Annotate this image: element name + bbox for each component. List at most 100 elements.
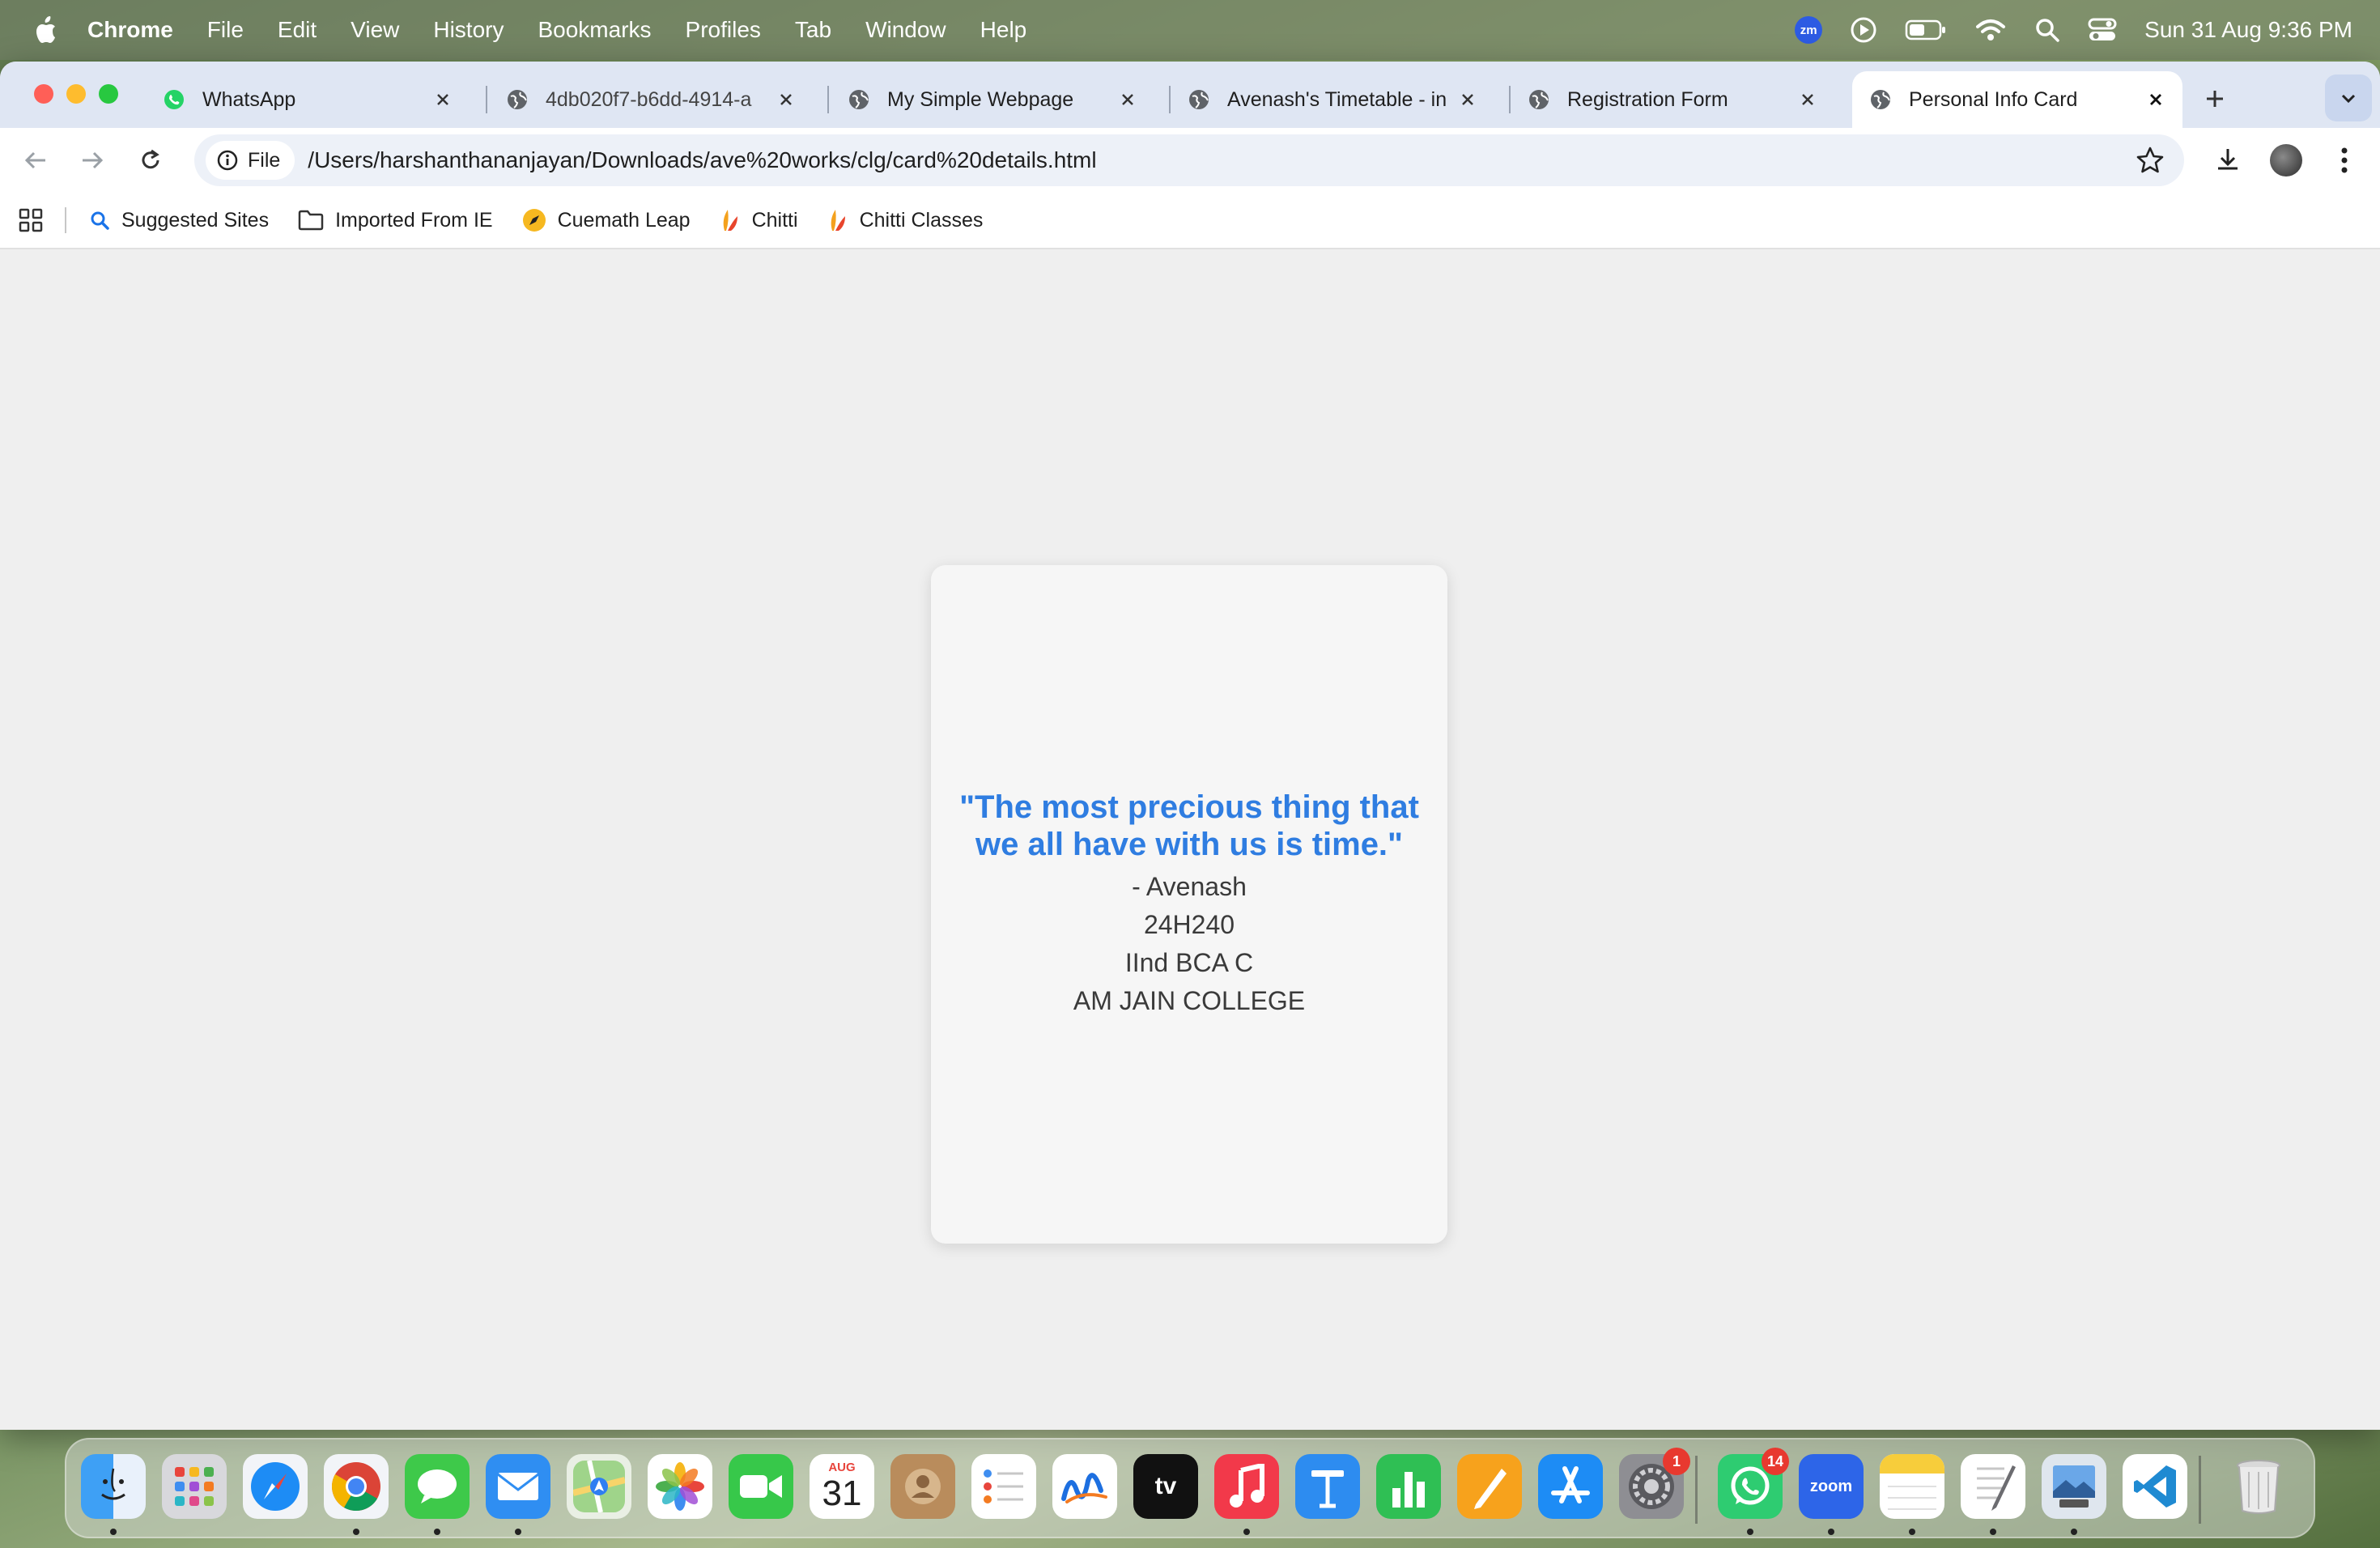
personal-info-card: "The most precious thing that we all hav… [931, 565, 1447, 1244]
avatar [2270, 144, 2302, 176]
running-indicator [1990, 1529, 1996, 1535]
reminders-icon[interactable] [971, 1454, 1036, 1519]
chrome-menu-button[interactable] [2325, 141, 2364, 180]
browser-window: WhatsApp 4db020f7-b6dd-4914-a My Simple … [0, 62, 2380, 1430]
vscode-icon[interactable] [2123, 1454, 2187, 1519]
wifi-icon[interactable] [1974, 18, 2007, 42]
tab-my-simple-webpage[interactable]: My Simple Webpage [831, 71, 1154, 128]
bookmark-chitti-classes[interactable]: Chitti Classes [827, 208, 983, 232]
url-text[interactable]: /Users/harshanthananjayan/Downloads/ave%… [308, 147, 1096, 173]
close-tab-icon[interactable] [1456, 87, 1480, 112]
messages-icon[interactable] [405, 1454, 470, 1519]
menu-view[interactable]: View [351, 17, 399, 43]
close-tab-icon[interactable] [774, 87, 798, 112]
arrow-right-icon [83, 151, 104, 169]
menu-clock[interactable]: Sun 31 Aug 9:36 PM [2144, 17, 2352, 43]
tab-title: Personal Info Card [1909, 87, 2078, 111]
menu-window[interactable]: Window [865, 17, 946, 43]
control-center-icon[interactable] [2088, 17, 2117, 43]
tab-personal-info-card[interactable]: Personal Info Card [1852, 71, 2182, 128]
calendar-day: 31 [822, 1474, 862, 1513]
address-bar[interactable]: File /Users/harshanthananjayan/Downloads… [194, 134, 2184, 186]
close-window-button[interactable] [34, 84, 53, 104]
contacts-icon[interactable] [890, 1454, 955, 1519]
menu-profiles[interactable]: Profiles [686, 17, 761, 43]
downloads-button[interactable] [2208, 141, 2247, 180]
running-indicator [1828, 1529, 1834, 1535]
card-quote: "The most precious thing that we all hav… [959, 789, 1419, 862]
search-icon[interactable] [2034, 17, 2060, 43]
close-tab-icon[interactable] [2144, 87, 2168, 112]
tab-timetable[interactable]: Avenash's Timetable - in [1171, 71, 1494, 128]
whatsapp-icon[interactable]: 14 [1718, 1448, 1789, 1519]
zoom-icon[interactable]: zoom [1799, 1454, 1864, 1519]
menu-history[interactable]: History [433, 17, 504, 43]
apple-icon[interactable] [31, 14, 60, 46]
freeform-icon[interactable] [1052, 1454, 1117, 1519]
bookmark-star-icon[interactable] [2136, 146, 2165, 175]
music-icon[interactable] [1214, 1454, 1279, 1519]
chitti-icon [723, 210, 737, 231]
menu-bookmarks[interactable]: Bookmarks [538, 17, 651, 43]
system-settings-icon[interactable]: 1 [1619, 1448, 1690, 1519]
dock-divider [2199, 1456, 2201, 1524]
bookmark-imported-from-ie[interactable]: Imported From IE [298, 209, 493, 232]
bookmark-suggested-sites[interactable]: Suggested Sites [89, 209, 269, 232]
rocket-icon [522, 209, 546, 232]
maps-icon[interactable] [567, 1454, 631, 1519]
close-tab-icon[interactable] [431, 87, 455, 112]
new-tab-button[interactable] [2199, 83, 2231, 115]
profile-button[interactable] [2267, 141, 2306, 180]
preview-icon[interactable] [2042, 1454, 2106, 1519]
battery-icon[interactable] [1905, 19, 1947, 41]
tab-whatsapp[interactable]: WhatsApp [146, 71, 470, 128]
zoom-status-icon[interactable]: zm [1795, 16, 1823, 44]
menu-help[interactable]: Help [980, 17, 1027, 43]
close-tab-icon[interactable] [1796, 87, 1820, 112]
globe-icon [847, 87, 871, 112]
bookmark-chitti[interactable]: Chitti [720, 208, 798, 232]
card-college: AM JAIN COLLEGE [1073, 986, 1306, 1015]
trash-icon[interactable] [2226, 1454, 2291, 1519]
forward-button[interactable] [74, 142, 110, 178]
menu-file[interactable]: File [207, 17, 244, 43]
bookmark-cuemath-leap[interactable]: Cuemath Leap [522, 208, 691, 232]
reload-button[interactable] [133, 142, 168, 178]
tab-registration-form[interactable]: Registration Form [1511, 71, 1834, 128]
facetime-icon[interactable] [729, 1454, 793, 1519]
tab-search-button[interactable] [2325, 74, 2372, 121]
tab-title: Avenash's Timetable - in [1227, 87, 1447, 111]
back-button[interactable] [18, 142, 53, 178]
launchpad-icon[interactable] [162, 1454, 227, 1519]
notification-badge: 1 [1663, 1448, 1690, 1475]
keynote-icon[interactable] [1295, 1454, 1360, 1519]
zoom-window-button[interactable] [99, 84, 118, 104]
finder-icon[interactable] [81, 1454, 146, 1519]
textedit-icon[interactable] [1961, 1454, 2025, 1519]
scheme-label: File [248, 148, 281, 172]
minimize-window-button[interactable] [66, 84, 86, 104]
site-info-chip[interactable]: File [206, 141, 295, 180]
pages-icon[interactable] [1457, 1454, 1522, 1519]
appletv-icon[interactable]: tv [1133, 1454, 1198, 1519]
numbers-icon[interactable] [1376, 1454, 1441, 1519]
play-icon[interactable] [1850, 16, 1877, 44]
running-indicator [434, 1529, 440, 1535]
running-indicator [1747, 1529, 1753, 1535]
apps-grid-icon [19, 208, 43, 232]
menu-edit[interactable]: Edit [278, 17, 317, 43]
chrome-icon[interactable] [324, 1454, 389, 1519]
appstore-icon[interactable] [1538, 1454, 1603, 1519]
safari-icon[interactable] [243, 1454, 308, 1519]
photos-icon[interactable] [648, 1454, 712, 1519]
notes-icon[interactable] [1880, 1454, 1944, 1519]
close-tab-icon[interactable] [1116, 87, 1140, 112]
calendar-icon[interactable]: AUG 31 [810, 1454, 874, 1519]
mail-icon[interactable] [486, 1454, 550, 1519]
running-indicator [515, 1529, 521, 1535]
apps-button[interactable] [18, 207, 44, 233]
menu-app-name[interactable]: Chrome [87, 17, 173, 43]
menu-tab[interactable]: Tab [795, 17, 831, 43]
tab-uuid[interactable]: 4db020f7-b6dd-4914-a [489, 71, 813, 128]
dock-divider [1695, 1456, 1698, 1524]
